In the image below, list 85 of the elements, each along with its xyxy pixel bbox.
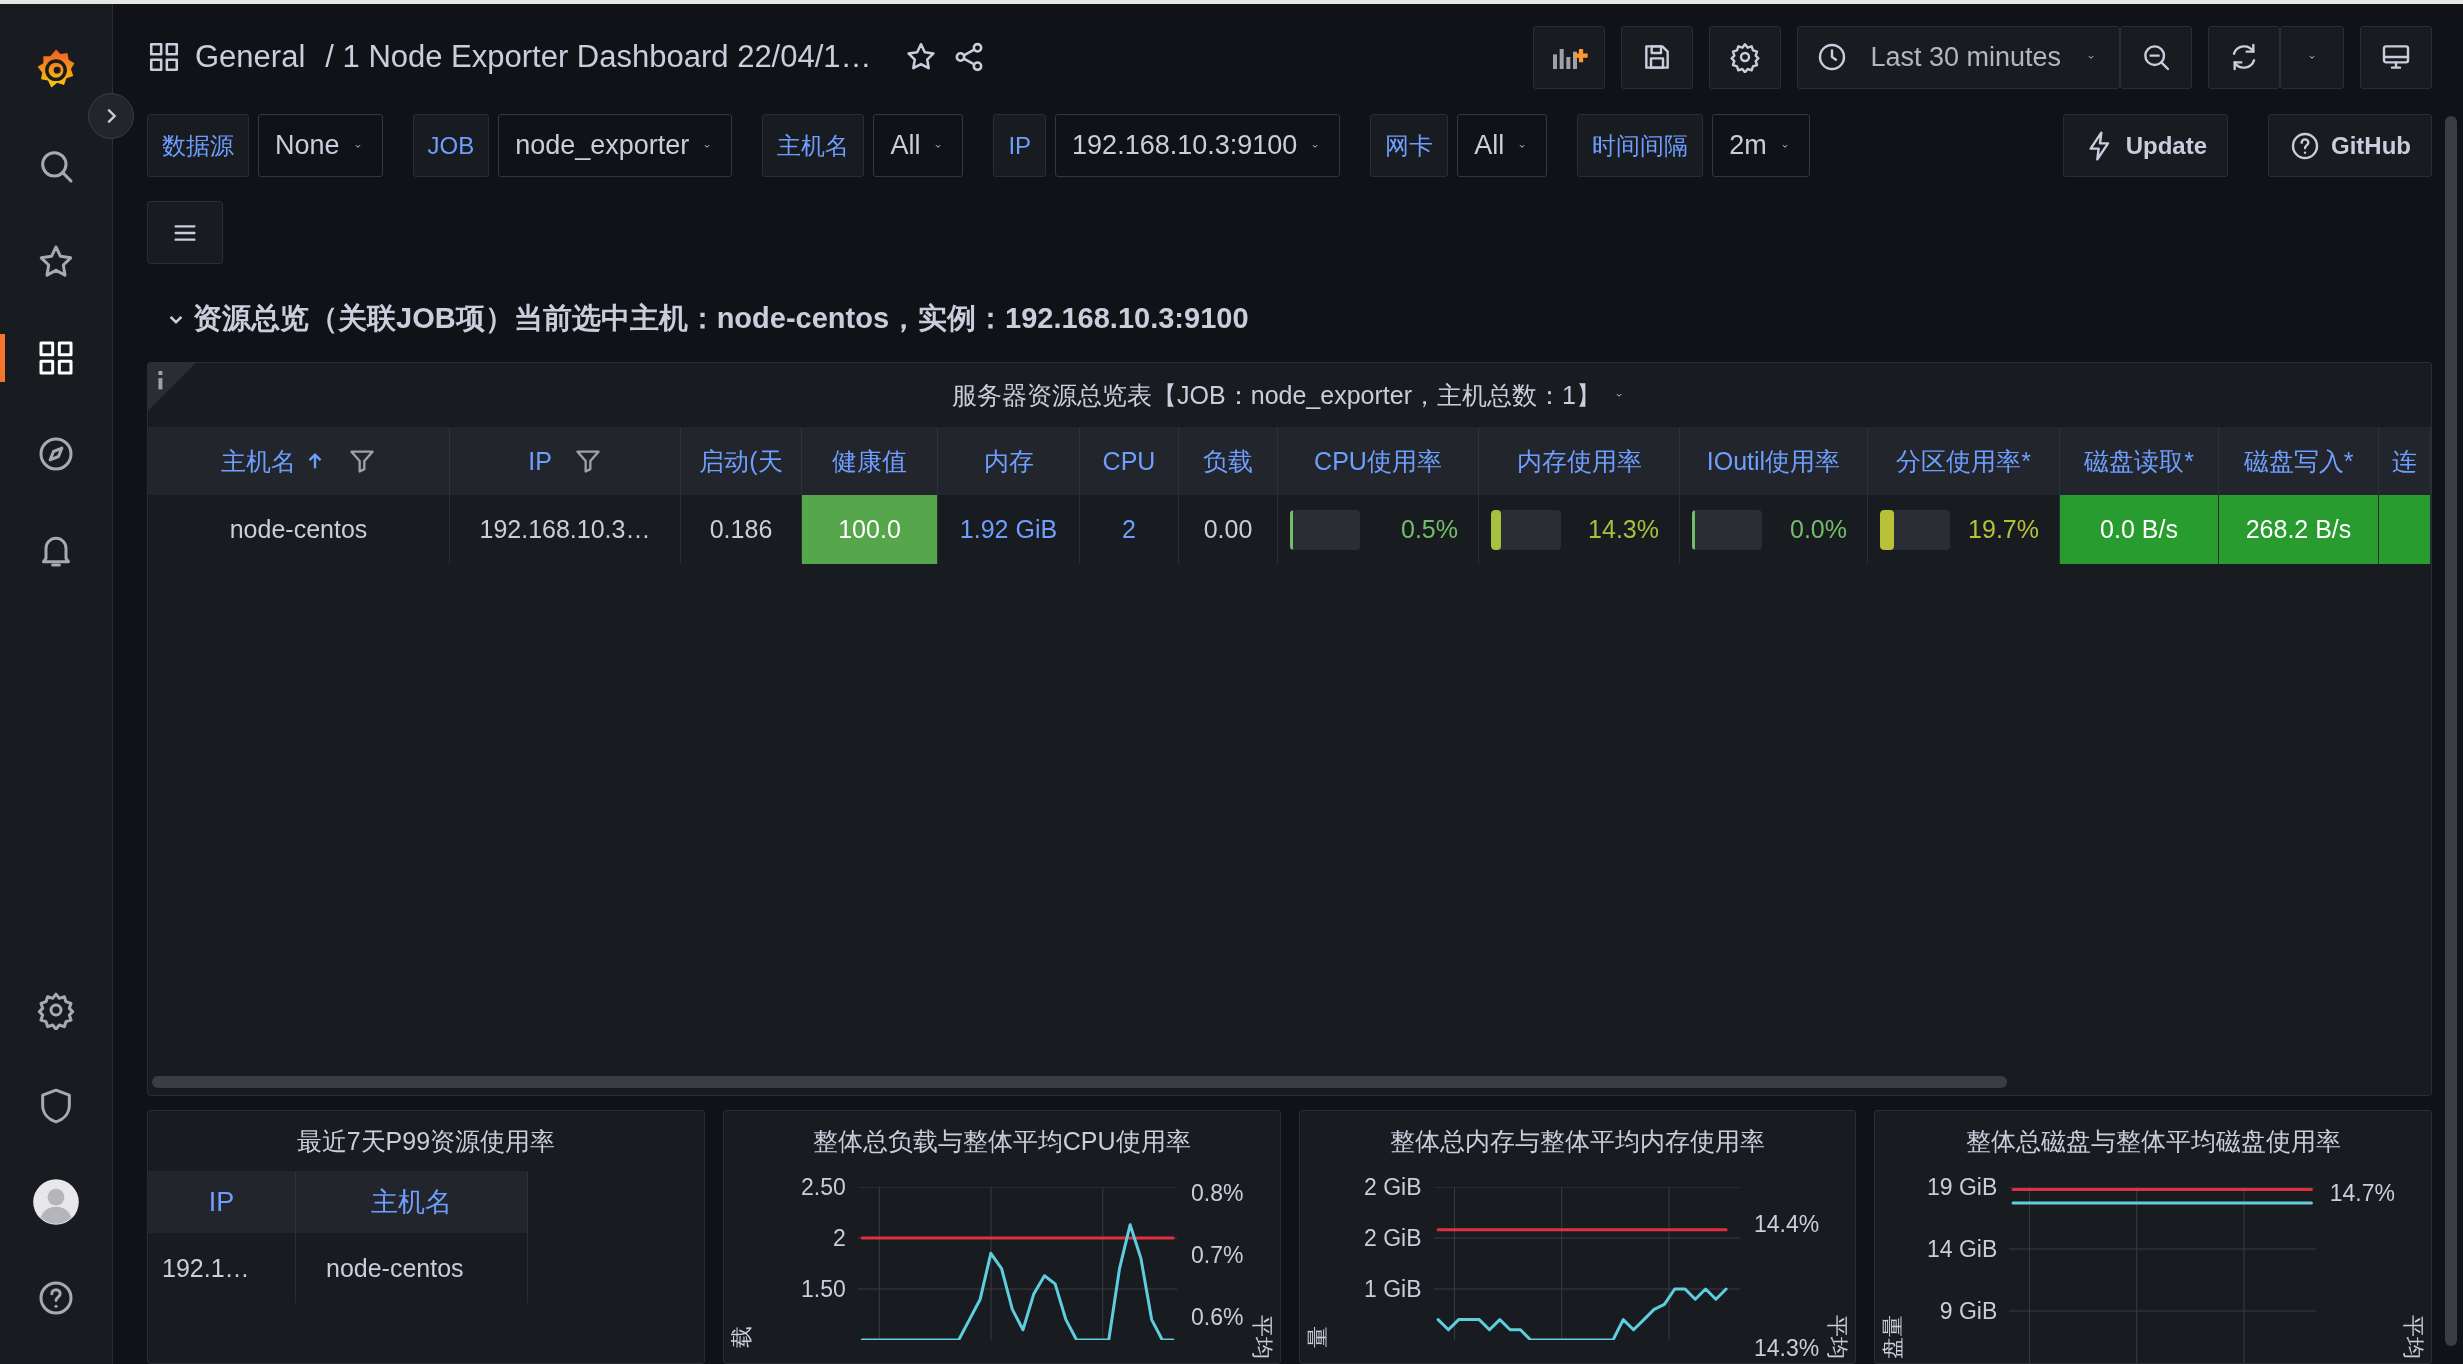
dashboard-link[interactable]: Update [2062,114,2228,177]
axis-label: 平均 [1824,1315,1852,1359]
table-cell: 192.1… [148,1233,296,1303]
table-cell: 1.92 GiB [938,495,1080,564]
axis-label: 盘量 [1879,1315,1907,1359]
variable-label: JOB [412,114,490,177]
axis-tick-label: 2 [832,1224,846,1252]
axis-tick-label: 14.4% [1754,1209,1820,1239]
axis-label: 平均 [2400,1315,2427,1359]
axis-label: 量 [1303,1326,1331,1348]
axis-tick-label: 0.6% [1191,1302,1244,1332]
dashboard-title: / 1 Node Exporter Dashboard 22/04/1… [325,39,872,75]
settings-icon [36,990,76,1030]
table-cell: 0.00 [1179,495,1278,564]
avatar-icon [32,1178,80,1226]
axis-tick-label: 1 GiB [1363,1275,1422,1303]
panel-title[interactable]: 服务器资源总览表【JOB：node_exporter，主机总数：1】 [952,378,1601,412]
gauge-value: 0.5% [1401,515,1458,544]
axis-tick-label: 2.50 [801,1173,846,1201]
settings-icon [1729,41,1762,73]
axis-tick-label: 9 GiB [1939,1297,1998,1325]
save-button[interactable] [1621,25,1694,89]
gauge-value: 0.0% [1790,515,1847,544]
settings-button[interactable] [1709,25,1782,89]
grid-icon [147,40,181,74]
variable-label: 网卡 [1370,114,1449,177]
breadcrumb-folder-link[interactable]: General [195,39,306,75]
panel-title[interactable]: 整体总内存与整体平均内存使用率 [1389,1124,1765,1158]
axis-tick-label: 19 GiB [1926,1173,1998,1201]
column-header[interactable]: 主机名 [296,1171,528,1233]
column-header[interactable]: IOutil使用率 [1680,427,1868,495]
time-range-picker[interactable]: Last 30 minutes [1797,25,2120,89]
table-cell: 268.2 B/s [2219,495,2379,564]
zoom-out-button[interactable] [2120,25,2192,89]
axis-tick-label: 14.7% [2329,1178,2395,1208]
expand-sidebar-button[interactable] [88,93,134,139]
column-header[interactable]: IP [450,427,681,495]
tv-mode-button[interactable] [2360,25,2432,89]
gauge-value: 19.7% [1968,515,2039,544]
variable-dropdown[interactable]: node_exporter [498,114,733,177]
variable-dropdown[interactable]: All [1457,114,1548,177]
axis-tick-label: 0.8% [1191,1178,1244,1208]
column-header[interactable]: CPU [1080,427,1179,495]
axis-tick-label: 0.7% [1191,1240,1244,1270]
column-header[interactable]: 启动(天 [681,427,802,495]
variable-dropdown[interactable]: All [873,114,964,177]
column-header[interactable]: 主机名 [148,427,450,495]
column-header[interactable]: IP [148,1171,296,1233]
dashboard-link[interactable]: GitHub [2268,114,2432,177]
table-cell: node-centos [296,1233,528,1303]
scrollbar-thumb[interactable] [2445,116,2457,1346]
table-cell: node-centos [148,495,450,564]
variable-label: IP [993,114,1047,177]
variable-dropdown[interactable]: 2m [1712,114,1810,177]
add-panel-button[interactable] [1533,25,1606,89]
axis-tick-label: 14 GiB [1926,1235,1998,1263]
panel-title[interactable]: 整体总磁盘与整体平均磁盘使用率 [1965,1124,2341,1158]
table-cell: 2 [1080,495,1179,564]
table-cell: 192.168.10.3… [450,495,681,564]
panel-title[interactable]: 整体总负载与整体平均CPU使用率 [812,1124,1191,1158]
column-header[interactable]: 内存 [938,427,1080,495]
variable-label: 主机名 [762,114,865,177]
axis-label: 平均 [1248,1315,1276,1359]
variable-label: 时间间隔 [1577,114,1704,177]
column-header[interactable]: 分区使用率* [1868,427,2060,495]
table-cell: 0.0 B/s [2060,495,2219,564]
column-header[interactable]: 负载 [1179,427,1278,495]
axis-tick-label: 1.50 [801,1275,846,1303]
scrollbar-thumb[interactable] [152,1076,2007,1088]
panel-title[interactable]: 最近7天P99资源使用率 [296,1124,556,1158]
table-cell: 100.0 [802,495,938,564]
axis-tick-label: 2 GiB [1363,1173,1422,1201]
variable-dropdown[interactable]: None [258,114,383,177]
variable-label: 数据源 [147,114,249,177]
column-header[interactable]: CPU使用率 [1278,427,1479,495]
refresh-button[interactable] [2208,25,2280,89]
axis-label: 载 [727,1326,755,1348]
column-header[interactable]: 内存使用率 [1479,427,1680,495]
menu-button[interactable] [147,201,223,264]
axis-tick-label: 14.3% [1754,1333,1820,1363]
variable-dropdown[interactable]: 192.168.10.3:9100 [1055,114,1341,177]
axis-tick-label: 2 GiB [1363,1224,1422,1252]
info-icon[interactable] [148,363,196,411]
row-title[interactable]: 资源总览（关联JOB项）当前选中主机：node-centos，实例：192.168.10.3:9100 [193,299,1249,339]
gauge-value: 14.3% [1588,515,1659,544]
